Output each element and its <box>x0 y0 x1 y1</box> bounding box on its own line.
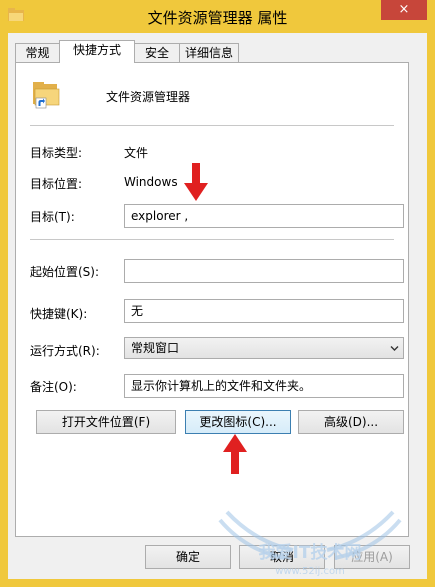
target-location-label: 目标位置: <box>30 177 83 191</box>
open-file-location-button[interactable]: 打开文件位置(F) <box>36 410 176 434</box>
watermark-text: 我爱IT技术网 <box>259 542 362 563</box>
hotkey-field[interactable]: 无 <box>124 299 404 323</box>
run-label: 运行方式(R): <box>30 344 100 358</box>
watermark-logo: 我爱IT技术网 www.52ij.com <box>218 510 402 577</box>
start-in-label: 起始位置(S): <box>30 265 100 279</box>
hotkey-label: 快捷键(K): <box>30 307 88 321</box>
run-dropdown[interactable]: 常规窗口 <box>124 337 404 359</box>
watermark-url: www.52ij.com <box>275 566 345 577</box>
shortcut-name: 文件资源管理器 <box>106 90 191 104</box>
comment-label: 备注(O): <box>30 380 77 394</box>
tab-details[interactable]: 详细信息 <box>179 43 239 62</box>
file-explorer-shortcut-icon <box>33 82 60 109</box>
target-label: 目标(T): <box>30 210 75 224</box>
start-in-field[interactable] <box>124 259 404 283</box>
dialog-client-area: 常规 快捷方式 安全 详细信息 文件资源管理器 目标类型: 文件 目标位置: W… <box>8 33 427 579</box>
target-field[interactable]: explorer , <box>124 204 404 228</box>
tab-security[interactable]: 安全 <box>134 43 180 62</box>
close-button[interactable]: × <box>381 0 427 20</box>
target-type-value: 文件 <box>124 146 149 160</box>
target-location-value: Windows <box>124 175 178 189</box>
change-icon-button[interactable]: 更改图标(C)... <box>185 410 291 434</box>
title-bar[interactable]: 文件资源管理器 属性 × <box>0 0 435 33</box>
divider <box>30 239 394 240</box>
chevron-down-icon <box>390 346 399 351</box>
close-icon: × <box>398 2 410 17</box>
target-type-label: 目标类型: <box>30 146 83 160</box>
advanced-button[interactable]: 高级(D)... <box>298 410 404 434</box>
arrow-down-annotation-icon <box>184 163 208 201</box>
tab-general[interactable]: 常规 <box>15 43 60 62</box>
tab-shortcut[interactable]: 快捷方式 <box>59 40 135 63</box>
shortcut-tab-panel: 文件资源管理器 目标类型: 文件 目标位置: Windows 目标(T): ex… <box>15 62 409 537</box>
properties-window: 文件资源管理器 属性 × 常规 快捷方式 安全 详细信息 文件资源管理器 目标类… <box>0 0 435 587</box>
comment-field[interactable]: 显示你计算机上的文件和文件夹。 <box>124 374 404 398</box>
run-dropdown-value: 常规窗口 <box>131 341 180 355</box>
window-title: 文件资源管理器 属性 <box>147 9 288 27</box>
arrow-up-annotation-icon <box>223 434 247 474</box>
divider <box>30 125 394 126</box>
